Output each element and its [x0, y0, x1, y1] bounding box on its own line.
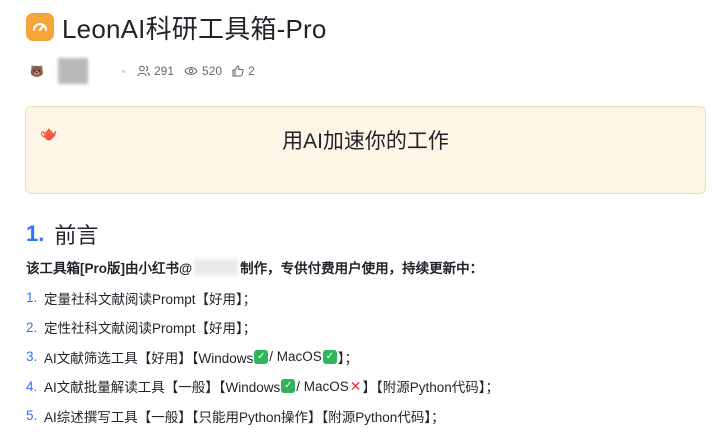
- list-item-text: / MacOS: [269, 349, 322, 365]
- list-item-text: / MacOS: [296, 378, 349, 394]
- views-stat: 520: [184, 64, 222, 78]
- author-name-redacted[interactable]: [58, 58, 88, 84]
- doc-title-row: LeonAI科研工具箱-Pro: [26, 10, 327, 44]
- list-item-text: 定量社科文献阅读Prompt【好用】；: [44, 291, 257, 307]
- doc-meta-row: 🐻 291 520 2: [30, 58, 265, 84]
- likes-count: 2: [248, 64, 255, 78]
- heading-number: 1.: [26, 221, 45, 246]
- intro-paragraph: 该工具箱[Pro版]由小红书@ 制作，专供付费用户使用，持续更新中：: [26, 257, 483, 277]
- check-mark-icon: ✓: [322, 349, 337, 364]
- list-item: 1. 定量社科文献阅读Prompt【好用】；: [26, 283, 499, 313]
- list-item: 3. AI文献筛选工具【好用】【Windows ✓ / MacOS ✓ 】；: [26, 342, 499, 372]
- list-item-text: AI综述撰写工具【一般】【只能用Python操作】【附源Python代码】；: [44, 409, 445, 425]
- check-mark-icon: ✓: [281, 379, 296, 394]
- eye-icon: [184, 67, 198, 75]
- list-item-text: 】；: [337, 350, 359, 366]
- list-item-text: 】【附源Python代码】；: [362, 380, 500, 396]
- section-heading: 1. 前言: [26, 218, 98, 250]
- list-item: 5. AI综述撰写工具【一般】【只能用Python操作】【附源Python代码】…: [26, 401, 499, 431]
- list-item: 4. AI文献批量解读工具【一般】【Windows ✓ / MacOS ✕ 】【…: [26, 372, 499, 402]
- likes-stat[interactable]: 2: [232, 64, 255, 78]
- users-icon: [137, 65, 150, 77]
- page-title: LeonAI科研工具箱-Pro: [62, 13, 327, 44]
- list-number: 2.: [26, 319, 38, 335]
- gauge-icon[interactable]: [26, 13, 54, 41]
- callout-block: 🫖 用AI加速你的工作: [25, 106, 706, 194]
- list-item-text: AI文献批量解读工具【一般】【Windows: [44, 380, 281, 396]
- check-mark-icon: ✓: [254, 349, 269, 364]
- thumbs-up-icon: [232, 65, 244, 77]
- intro-text-before: 该工具箱[Pro版]由小红书@: [26, 261, 193, 276]
- mention-redacted[interactable]: [194, 259, 239, 275]
- followers-count: 291: [154, 64, 175, 78]
- list-number: 5.: [26, 408, 38, 424]
- cross-mark-icon: ✕: [349, 377, 362, 394]
- intro-text-after: 制作，专供付费用户使用，持续更新中：: [240, 261, 484, 276]
- heading-text: 前言: [54, 223, 99, 248]
- list-number: 3.: [26, 349, 38, 365]
- views-count: 520: [202, 64, 223, 78]
- list-item-text: 定性社科文献阅读Prompt【好用】；: [44, 321, 257, 337]
- callout-text: 用AI加速你的工作: [282, 130, 449, 153]
- feature-list: 1. 定量社科文献阅读Prompt【好用】； 2. 定性社科文献阅读Prompt…: [26, 283, 499, 431]
- list-number: 1.: [26, 290, 38, 306]
- list-number: 4.: [26, 378, 38, 394]
- separator-dot: [122, 69, 125, 73]
- list-item: 2. 定性社科文献阅读Prompt【好用】；: [26, 313, 499, 343]
- avatar[interactable]: 🐻: [30, 64, 44, 78]
- list-item-text: AI文献筛选工具【好用】【Windows: [44, 350, 254, 366]
- followers-stat: 291: [137, 64, 174, 78]
